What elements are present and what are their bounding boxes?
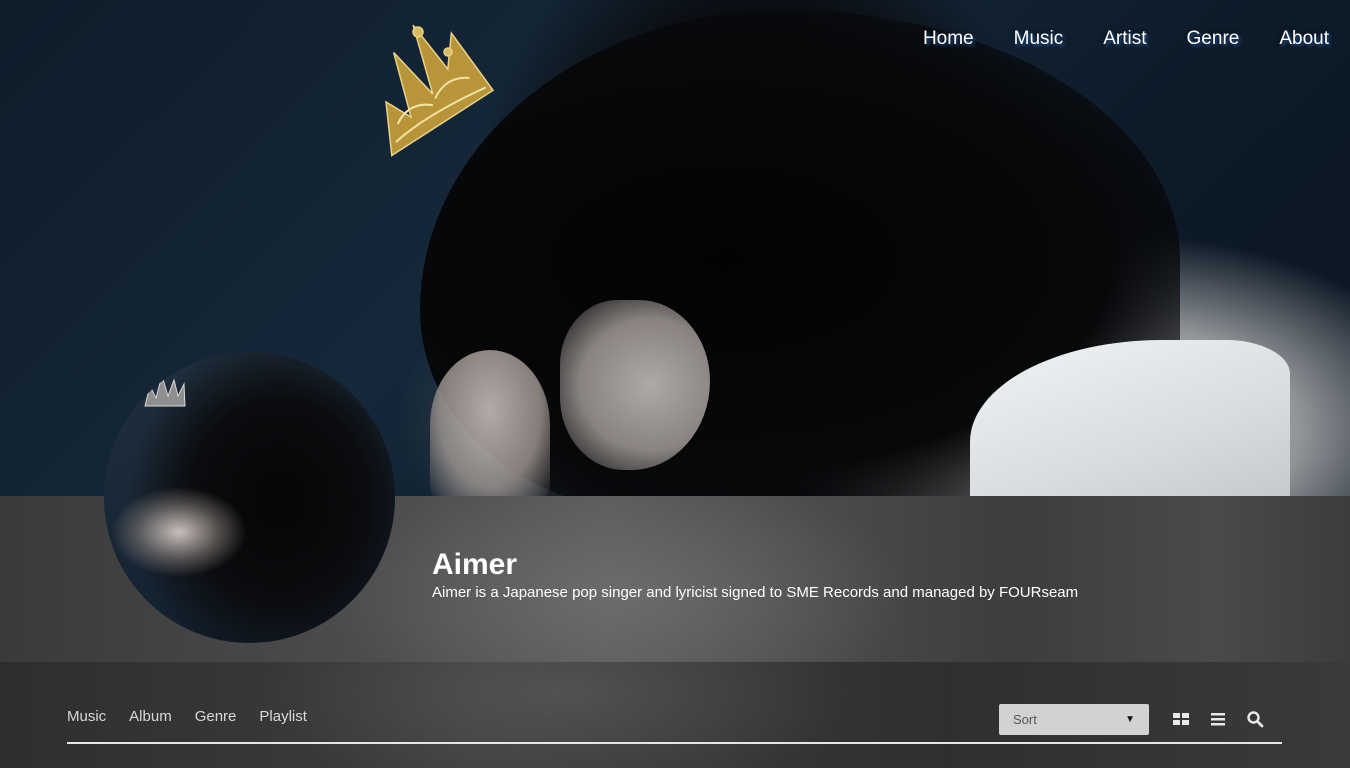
tab-genre[interactable]: Genre (195, 708, 237, 725)
artist-avatar (104, 352, 395, 643)
sort-dropdown-label: Sort (1013, 712, 1037, 727)
tab-playlist[interactable]: Playlist (259, 708, 307, 725)
artist-bio: Aimer is a Japanese pop singer and lyric… (432, 584, 1079, 601)
avatar-crown-image (144, 374, 186, 407)
top-navigation: Home Music Artist Genre About (923, 28, 1329, 50)
hero-image-arm (430, 350, 550, 496)
chevron-down-icon: ▼ (1125, 714, 1135, 725)
artist-name: Aimer (432, 548, 518, 581)
nav-genre-link[interactable]: Genre (1187, 28, 1240, 50)
crown-image (385, 24, 495, 157)
tab-album[interactable]: Album (129, 708, 172, 725)
artist-tabs: Music Album Genre Playlist (67, 708, 307, 725)
grid-view-icon[interactable] (1172, 710, 1190, 728)
sort-dropdown[interactable]: Sort ▼ (999, 704, 1149, 735)
nav-artist-link[interactable]: Artist (1103, 28, 1146, 50)
nav-about-link[interactable]: About (1279, 28, 1329, 50)
nav-music-link[interactable]: Music (1014, 28, 1064, 50)
nav-home-link[interactable]: Home (923, 28, 974, 50)
tabs-divider (67, 742, 1282, 744)
list-view-icon[interactable] (1209, 710, 1227, 728)
search-icon[interactable] (1246, 710, 1264, 728)
tab-music[interactable]: Music (67, 708, 106, 725)
